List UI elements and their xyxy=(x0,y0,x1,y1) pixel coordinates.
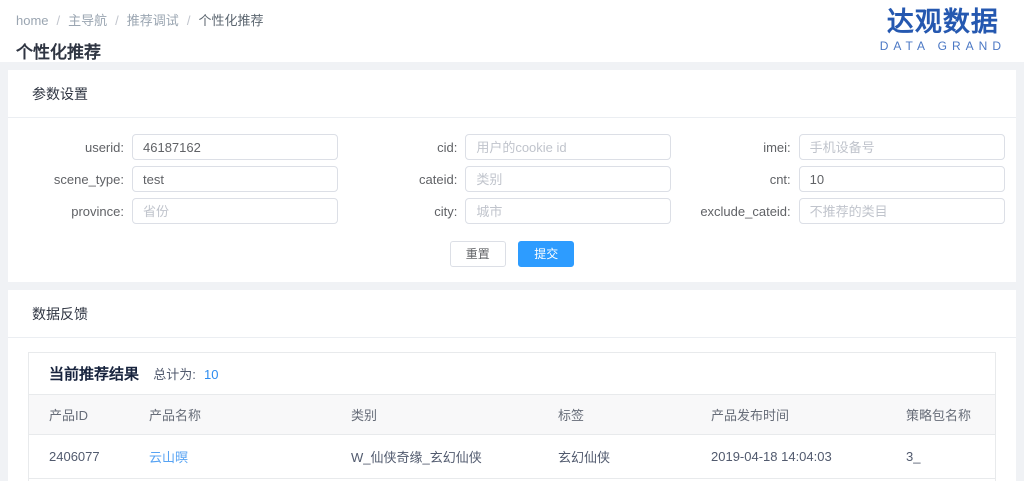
feedback-card: 数据反馈 当前推荐结果 总计为: 10 产品ID 产品名称 类别 标签 产品发布… xyxy=(8,290,1016,481)
scene-type-label: scene_type: xyxy=(8,172,132,187)
cateid-input[interactable] xyxy=(465,166,671,192)
params-form: userid: cid: imei: scene_type: cateid: c… xyxy=(8,118,1016,224)
field-cateid: cateid: xyxy=(341,166,674,192)
exclude-cateid-label: exclude_cateid: xyxy=(675,204,799,219)
header-category: 类别 xyxy=(331,395,538,435)
city-label: city: xyxy=(341,204,465,219)
exclude-cateid-input[interactable] xyxy=(799,198,1005,224)
result-table: 产品ID 产品名称 类别 标签 产品发布时间 策略包名称 2406077 云山暝… xyxy=(29,394,995,481)
breadcrumb-item-current: 个性化推荐 xyxy=(198,13,263,28)
submit-button[interactable]: 提交 xyxy=(518,241,574,267)
top-header: home / 主导航 / 推荐调试 / 个性化推荐 个性化推荐 达观数据 DATA GRAN… xyxy=(0,0,1024,62)
params-card: 参数设置 userid: cid: imei: scene_type: cate… xyxy=(8,70,1016,282)
table-row: 2406077 云山暝 W_仙侠奇缘_玄幻仙侠 玄幻仙侠 2019-04-18 … xyxy=(29,435,995,479)
total-label: 总计为: xyxy=(153,367,196,382)
field-city: city: xyxy=(341,198,674,224)
userid-label: userid: xyxy=(8,140,132,155)
header-product-name: 产品名称 xyxy=(129,395,331,435)
province-input[interactable] xyxy=(132,198,338,224)
cid-label: cid: xyxy=(341,140,465,155)
logo-subtitle: DATA GRAND xyxy=(880,39,1006,53)
cell-category: W_仙侠奇缘_玄幻仙侠 xyxy=(331,435,538,479)
breadcrumb-separator: / xyxy=(187,13,191,28)
breadcrumb-item-home[interactable]: home xyxy=(16,13,49,28)
breadcrumb-item-main-nav[interactable]: 主导航 xyxy=(68,13,107,28)
page-title: 个性化推荐 xyxy=(16,38,1008,63)
province-label: province: xyxy=(8,204,132,219)
result-panel-header: 当前推荐结果 总计为: 10 xyxy=(29,353,995,394)
cell-tag: 玄幻仙侠 xyxy=(538,435,691,479)
breadcrumb-item-recommend-debug[interactable]: 推荐调试 xyxy=(127,13,179,28)
cid-input[interactable] xyxy=(465,134,671,160)
field-cnt: cnt: xyxy=(675,166,1008,192)
logo-title: 达观数据 xyxy=(880,7,1006,37)
feedback-section-title: 数据反馈 xyxy=(8,290,1016,338)
breadcrumb: home / 主导航 / 推荐调试 / 个性化推荐 xyxy=(16,10,1008,29)
form-buttons: 重置 提交 xyxy=(8,224,1016,282)
company-logo: 达观数据 DATA GRAND xyxy=(880,7,1006,53)
field-cid: cid: xyxy=(341,134,674,160)
field-province: province: xyxy=(8,198,341,224)
imei-input[interactable] xyxy=(799,134,1005,160)
city-input[interactable] xyxy=(465,198,671,224)
header-product-id: 产品ID xyxy=(29,395,129,435)
breadcrumb-separator: / xyxy=(57,13,61,28)
breadcrumb-separator: / xyxy=(115,13,119,28)
reset-button[interactable]: 重置 xyxy=(450,241,506,267)
result-panel: 当前推荐结果 总计为: 10 产品ID 产品名称 类别 标签 产品发布时间 策略… xyxy=(28,352,996,481)
scene-type-input[interactable] xyxy=(132,166,338,192)
cnt-label: cnt: xyxy=(675,172,799,187)
imei-label: imei: xyxy=(675,140,799,155)
field-userid: userid: xyxy=(8,134,341,160)
product-name-link[interactable]: 云山暝 xyxy=(149,450,188,465)
params-section-title: 参数设置 xyxy=(8,70,1016,118)
header-tag: 标签 xyxy=(538,395,691,435)
result-panel-title: 当前推荐结果 xyxy=(49,366,139,383)
userid-input[interactable] xyxy=(132,134,338,160)
field-exclude-cateid: exclude_cateid: xyxy=(675,198,1008,224)
table-header-row: 产品ID 产品名称 类别 标签 产品发布时间 策略包名称 xyxy=(29,395,995,435)
cell-product-id: 2406077 xyxy=(29,435,129,479)
field-imei: imei: xyxy=(675,134,1008,160)
cell-publish-time: 2019-04-18 14:04:03 xyxy=(691,435,886,479)
field-scene-type: scene_type: xyxy=(8,166,341,192)
total-count: 10 xyxy=(204,367,218,382)
header-strategy: 策略包名称 xyxy=(886,395,995,435)
cell-strategy: 3_ xyxy=(886,435,995,479)
cateid-label: cateid: xyxy=(341,172,465,187)
header-publish-time: 产品发布时间 xyxy=(691,395,886,435)
cnt-input[interactable] xyxy=(799,166,1005,192)
